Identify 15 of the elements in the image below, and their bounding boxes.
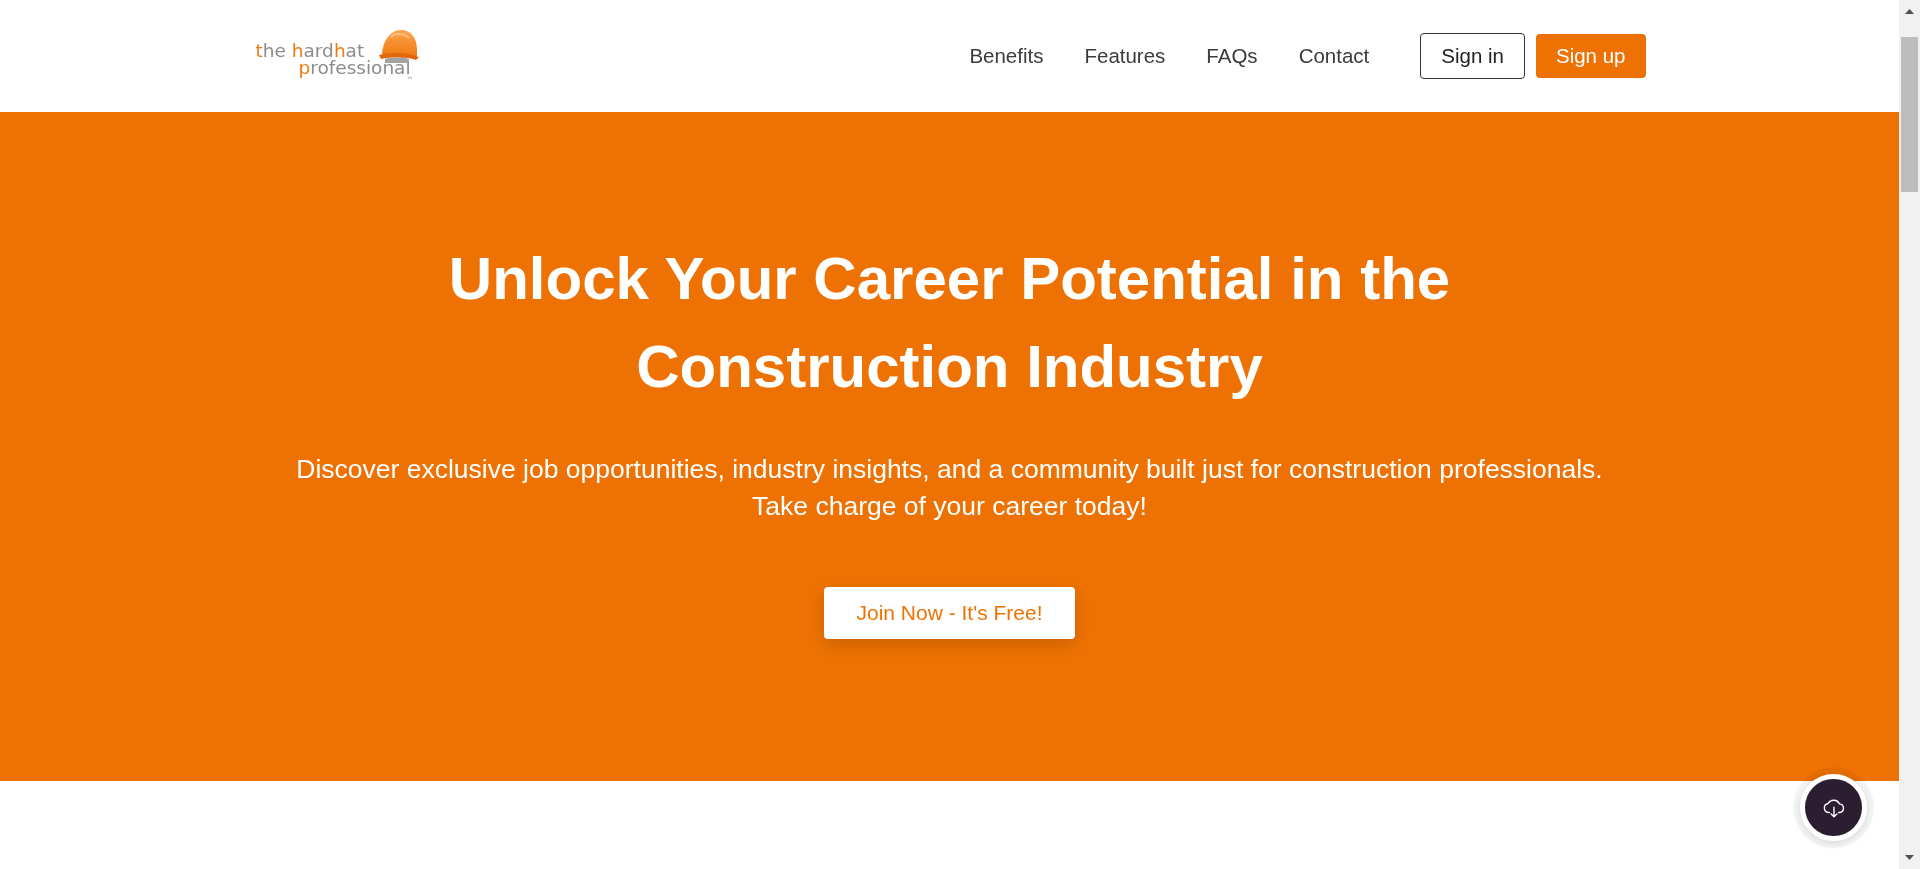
download-button[interactable] [1800,774,1867,841]
logo-text: the hardhat [255,41,365,59]
logo-text: professional [298,58,411,76]
scroll-down-arrow-icon[interactable] [1905,855,1914,860]
hero-subtitle: Discover exclusive job opportunities, industry insights, and a community built just for construction professionals. Take charge of your career today! [295,453,1604,523]
nav-link[interactable]: FAQs [1206,44,1258,68]
hero-title: Unlock Your Career Potential in the Construction Industry [447,244,1452,402]
nav-link[interactable]: Contact [1298,44,1370,68]
sign-in-button[interactable]: Sign in [1420,33,1525,79]
nav-link[interactable]: Benefits [969,44,1044,68]
nav-link[interactable]: Features [1084,44,1166,68]
scrollbar-thumb[interactable] [1901,37,1918,192]
scrollbar[interactable] [1899,0,1920,869]
scroll-up-arrow-icon[interactable] [1905,9,1914,14]
cloud-download-icon [1822,797,1845,818]
